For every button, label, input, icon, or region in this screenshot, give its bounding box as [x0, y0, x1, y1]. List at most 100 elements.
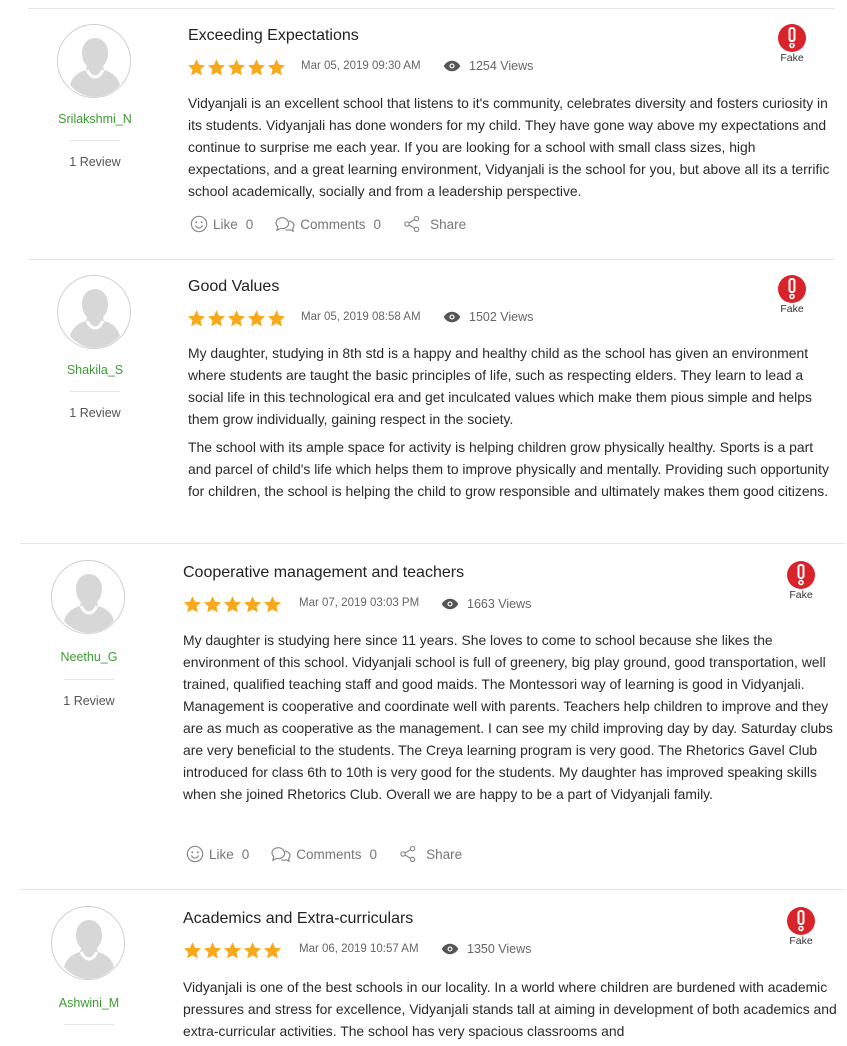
review-date: Mar 07, 2019 03:03 PM	[299, 597, 420, 609]
avatar[interactable]	[51, 560, 125, 634]
username-link[interactable]: Srilakshmi_N	[35, 112, 155, 126]
avatar[interactable]	[57, 275, 131, 349]
comments-icon	[271, 847, 291, 863]
like-count: 0	[241, 846, 250, 862]
star-icon	[227, 59, 246, 76]
username-link[interactable]: Shakila_S	[35, 363, 155, 377]
review-date: Mar 05, 2019 09:30 AM	[301, 60, 421, 72]
star-icon	[207, 310, 226, 327]
report-fake-button[interactable]: Fake	[783, 561, 819, 601]
fake-label: Fake	[789, 935, 813, 947]
star-icon	[223, 942, 242, 959]
avatar[interactable]	[51, 906, 125, 980]
star-icon	[203, 596, 222, 613]
review-divider	[20, 543, 845, 544]
view-count-text: 1663 Views	[467, 597, 532, 611]
report-fake-button[interactable]: Fake	[783, 907, 819, 947]
view-count: 1663 Views	[441, 597, 531, 611]
fake-label: Fake	[780, 303, 804, 315]
review-text: The school with its ample space for acti…	[188, 439, 829, 499]
review-count[interactable]: 1 Review	[35, 155, 155, 169]
star-icon	[187, 310, 206, 327]
review-text: Vidyanjali is one of the best schools in…	[183, 979, 837, 1039]
star-icon	[267, 59, 286, 76]
exclamation-icon	[787, 907, 815, 935]
star-icon	[223, 596, 242, 613]
review-date: Mar 06, 2019 10:57 AM	[299, 943, 419, 955]
comments-count: 0	[369, 846, 378, 862]
star-icon	[267, 310, 286, 327]
like-button[interactable]: Like 0	[186, 845, 249, 863]
star-icon	[263, 942, 282, 959]
comments-button[interactable]: Comments 0	[271, 845, 377, 863]
comments-button[interactable]: Comments 0	[275, 215, 381, 233]
star-icon	[243, 942, 262, 959]
star-icon	[187, 59, 206, 76]
comments-label: Comments	[300, 216, 366, 232]
review-count[interactable]: 1 Review	[29, 694, 149, 708]
user-placeholder-icon	[59, 277, 130, 348]
star-icon	[183, 596, 202, 613]
smiley-icon	[190, 215, 208, 233]
star-rating	[183, 941, 282, 961]
star-icon	[247, 59, 266, 76]
review-divider	[28, 259, 835, 260]
eye-icon	[443, 60, 461, 72]
avatar[interactable]	[57, 24, 131, 98]
star-icon	[243, 596, 262, 613]
comments-count: 0	[373, 216, 382, 232]
star-icon	[247, 310, 266, 327]
eye-icon	[441, 943, 459, 955]
exclamation-icon	[787, 561, 815, 589]
like-count: 0	[245, 216, 254, 232]
view-count-text: 1350 Views	[467, 942, 532, 956]
review-count[interactable]: 1 Review	[35, 406, 155, 420]
user-divider	[70, 391, 120, 392]
eye-icon	[443, 311, 461, 323]
smiley-icon	[186, 845, 204, 863]
review-title: Exceeding Expectations	[188, 27, 359, 44]
review-date: Mar 05, 2019 08:58 AM	[301, 311, 421, 323]
star-rating	[183, 595, 282, 615]
user-placeholder-icon	[59, 26, 130, 97]
comments-label: Comments	[296, 846, 362, 862]
review-text: My daughter is studying here since 11 ye…	[183, 632, 833, 802]
like-label: Like	[209, 846, 234, 862]
share-label: Share	[430, 216, 467, 232]
share-label: Share	[426, 846, 463, 862]
eye-icon	[441, 598, 459, 610]
review-title: Academics and Extra-curriculars	[183, 910, 414, 927]
share-button[interactable]: Share	[403, 215, 466, 233]
review-text: My daughter, studying in 8th std is a ha…	[188, 345, 812, 427]
star-icon	[203, 942, 222, 959]
star-icon	[263, 596, 282, 613]
share-icon	[404, 215, 420, 233]
username-link[interactable]: Neethu_G	[29, 650, 149, 664]
fake-label: Fake	[789, 589, 813, 601]
fake-label: Fake	[780, 52, 804, 64]
share-button[interactable]: Share	[399, 845, 462, 863]
review-actions: Like 0 Comments 0 Share	[186, 845, 484, 863]
star-rating	[187, 58, 286, 78]
user-divider	[64, 679, 114, 680]
user-placeholder-icon	[53, 562, 124, 633]
review-title: Cooperative management and teachers	[183, 564, 465, 581]
view-count: 1502 Views	[443, 310, 533, 324]
view-count: 1254 Views	[443, 59, 533, 73]
user-divider	[64, 1024, 114, 1025]
star-icon	[183, 942, 202, 959]
star-icon	[207, 59, 226, 76]
review-divider	[20, 889, 845, 890]
report-fake-button[interactable]: Fake	[774, 24, 810, 64]
review-actions: Like 0 Comments 0 Share	[190, 215, 488, 233]
review-title: Good Values	[188, 278, 280, 295]
view-count-text: 1502 Views	[469, 310, 534, 324]
share-icon	[400, 845, 416, 863]
username-link[interactable]: Ashwini_M	[29, 996, 149, 1010]
exclamation-icon	[778, 275, 806, 303]
star-rating	[187, 309, 286, 329]
like-button[interactable]: Like 0	[190, 215, 253, 233]
review-text: Vidyanjali is an excellent school that l…	[188, 95, 830, 199]
star-icon	[227, 310, 246, 327]
report-fake-button[interactable]: Fake	[774, 275, 810, 315]
